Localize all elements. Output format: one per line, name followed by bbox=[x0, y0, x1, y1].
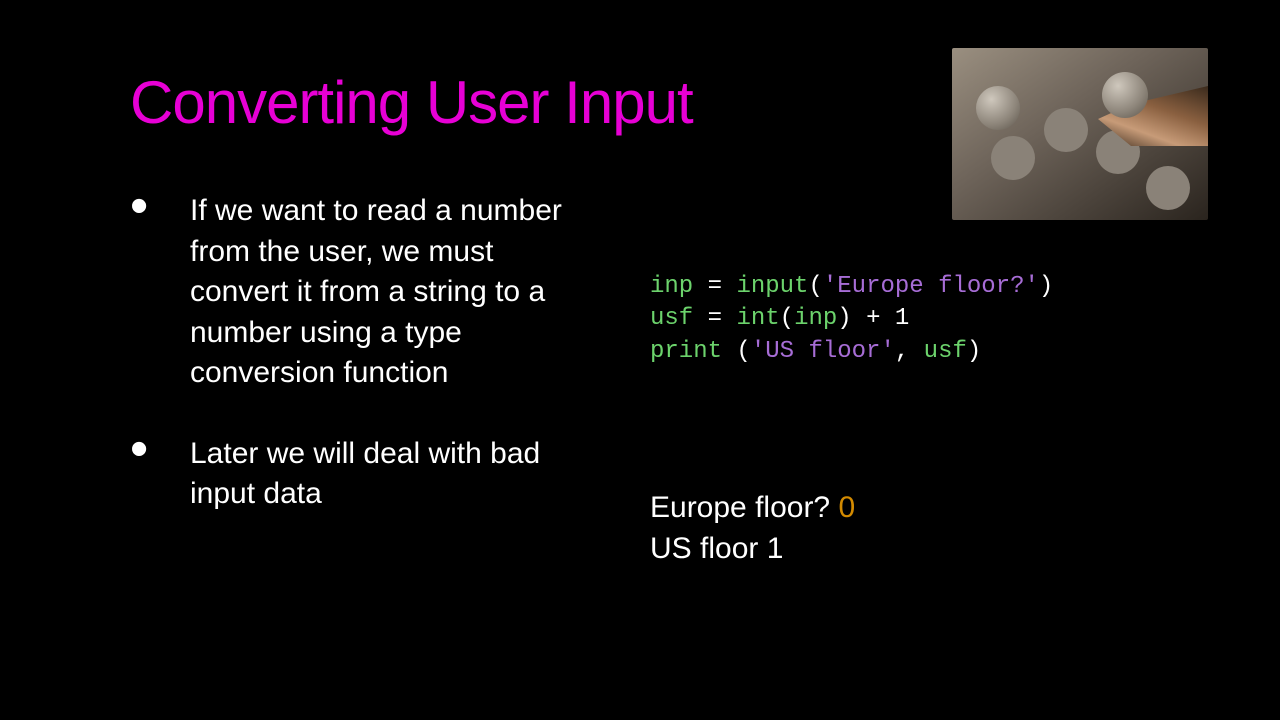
code-var: usf bbox=[650, 305, 693, 332]
code-text: ( bbox=[808, 273, 822, 300]
output-block: Europe floor? 0 US floor 1 bbox=[650, 488, 1210, 569]
code-text: = bbox=[693, 305, 736, 332]
code-func: int bbox=[736, 305, 779, 332]
code-text: , bbox=[895, 338, 924, 365]
code-text: = bbox=[693, 273, 736, 300]
output-line: US floor 1 bbox=[650, 529, 1210, 570]
output-prompt: Europe floor? bbox=[650, 491, 838, 524]
bullet-item: If we want to read a number from the use… bbox=[130, 191, 570, 394]
code-text: ) bbox=[837, 305, 851, 332]
bullet-column: If we want to read a number from the use… bbox=[130, 191, 570, 569]
hand-icon bbox=[1098, 86, 1208, 146]
elevator-image bbox=[952, 48, 1208, 220]
code-func: print bbox=[650, 338, 722, 365]
output-result-label: US floor bbox=[650, 532, 767, 565]
bullet-list: If we want to read a number from the use… bbox=[130, 191, 570, 515]
code-text: ( bbox=[780, 305, 794, 332]
code-arg: inp bbox=[794, 305, 837, 332]
code-text: ( bbox=[736, 338, 750, 365]
code-arg: usf bbox=[924, 338, 967, 365]
code-column: inp = input('Europe floor?') usf = int(i… bbox=[650, 191, 1210, 569]
code-func: input bbox=[736, 273, 808, 300]
code-text: ) bbox=[1039, 273, 1053, 300]
code-text: ) bbox=[967, 338, 981, 365]
code-text bbox=[722, 338, 736, 365]
output-line: Europe floor? 0 bbox=[650, 488, 1210, 529]
code-text: + 1 bbox=[852, 305, 910, 332]
output-user-input: 0 bbox=[838, 491, 855, 524]
code-string: 'Europe floor?' bbox=[823, 273, 1039, 300]
output-result-value: 1 bbox=[767, 532, 784, 565]
slide: Converting User Input If we want to read… bbox=[0, 0, 1280, 720]
code-var: inp bbox=[650, 273, 693, 300]
slide-body: If we want to read a number from the use… bbox=[130, 191, 1210, 569]
bullet-item: Later we will deal with bad input data bbox=[130, 434, 570, 515]
code-string: 'US floor' bbox=[751, 338, 895, 365]
code-block: inp = input('Europe floor?') usf = int(i… bbox=[650, 271, 1210, 368]
